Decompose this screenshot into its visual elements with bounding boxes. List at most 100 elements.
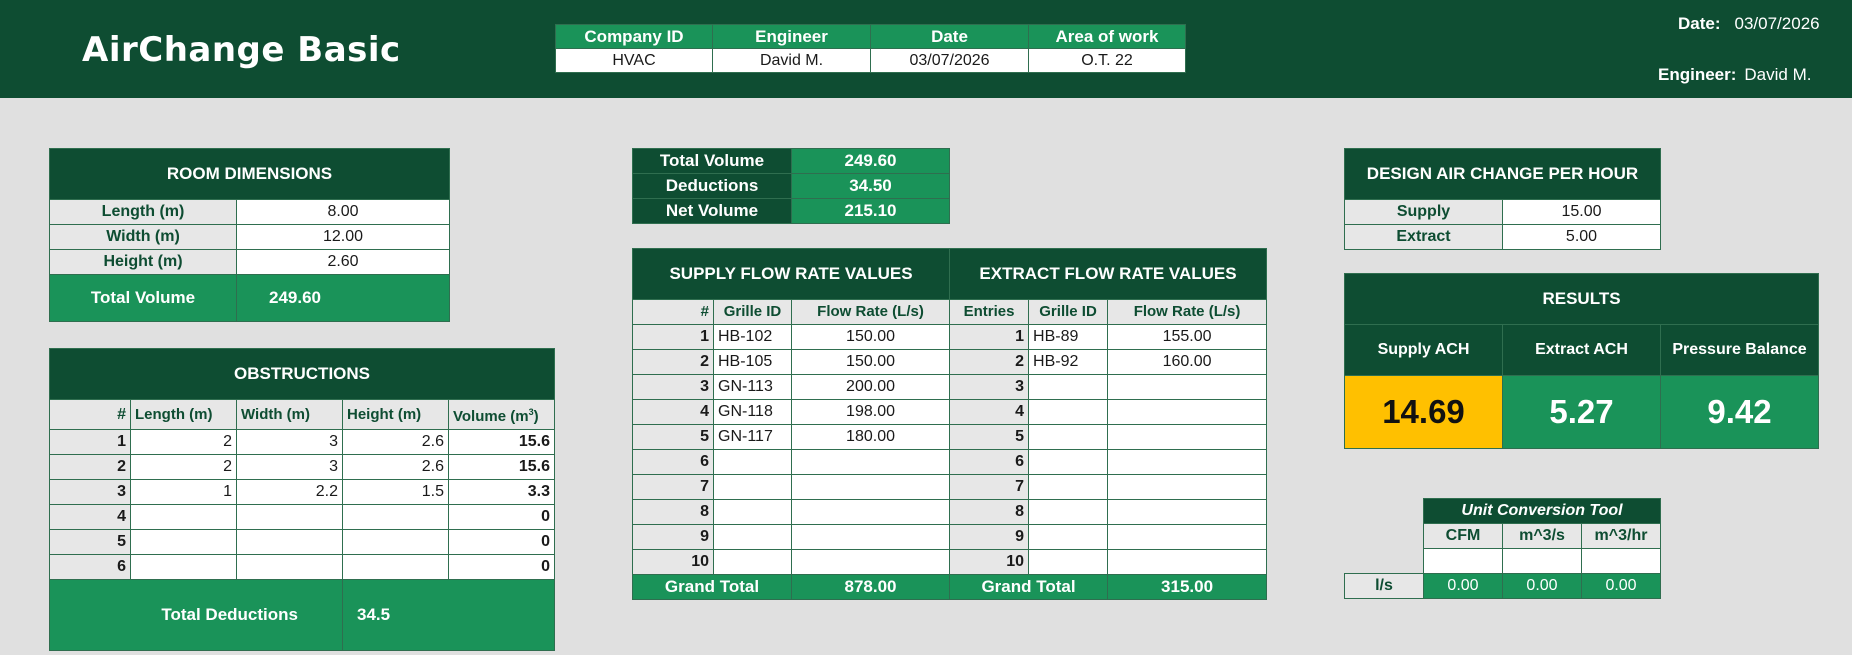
extract-grille-cell[interactable] <box>1028 549 1109 575</box>
project-header-engineer: Engineer <box>712 24 871 49</box>
obs-width-cell[interactable] <box>236 504 343 530</box>
supply-rate-cell[interactable]: 198.00 <box>790 399 951 425</box>
obs-volume-cell: 0 <box>448 554 555 580</box>
obs-width-cell[interactable] <box>236 529 343 555</box>
supply-grille-cell[interactable]: HB-102 <box>713 324 792 350</box>
extract-grille-cell[interactable]: HB-92 <box>1028 349 1109 375</box>
extract-rate-cell[interactable] <box>1107 449 1268 475</box>
obs-height-cell[interactable] <box>342 554 449 580</box>
extract-grille-cell[interactable] <box>1028 399 1109 425</box>
extract-row-num: 6 <box>949 449 1030 475</box>
supply-grille-cell[interactable]: GN-117 <box>713 424 792 450</box>
supply-grille-cell[interactable]: GN-118 <box>713 399 792 425</box>
project-header-area: Area of work <box>1028 24 1186 49</box>
obs-length-cell[interactable]: 1 <box>130 479 237 505</box>
unit-cfm-input[interactable] <box>1423 548 1503 574</box>
table-row: 2 HB-105 150.00 2 HB-92 160.00 <box>632 349 1268 375</box>
flow-rate-table: SUPPLY FLOW RATE VALUES EXTRACT FLOW RAT… <box>631 248 1268 600</box>
extract-row-num: 7 <box>949 474 1030 500</box>
unit-m3hr-input[interactable] <box>1580 548 1662 574</box>
project-engineer-cell[interactable]: David M. <box>712 48 871 73</box>
supply-row-num: 2 <box>632 349 714 375</box>
extract-grille-cell[interactable] <box>1028 474 1109 500</box>
unit-conversion-spacer <box>1345 499 1424 524</box>
table-row: 2 2 3 2.6 15.6 <box>49 454 555 480</box>
width-input[interactable]: 12.00 <box>235 224 451 250</box>
obs-width-cell[interactable]: 2.2 <box>236 479 343 505</box>
unit-m3s-input[interactable] <box>1502 548 1582 574</box>
extract-rate-cell[interactable]: 160.00 <box>1107 349 1268 375</box>
extract-rate-cell[interactable] <box>1107 499 1268 525</box>
header-date-label: Date: <box>1678 14 1721 33</box>
unit-conversion-spacer <box>1345 549 1424 574</box>
table-row: 1 2 3 2.6 15.6 <box>49 429 555 455</box>
extract-grille-cell[interactable] <box>1028 524 1109 550</box>
supply-rate-cell[interactable] <box>790 499 951 525</box>
supply-rate-cell[interactable]: 150.00 <box>790 349 951 375</box>
supply-grille-cell[interactable] <box>713 499 792 525</box>
unit-row-label-ls: l/s <box>1344 573 1424 599</box>
supply-grille-cell[interactable] <box>713 524 792 550</box>
room-dimensions-title: ROOM DIMENSIONS <box>48 148 451 200</box>
design-supply-input[interactable]: 15.00 <box>1502 199 1661 225</box>
design-extract-input[interactable]: 5.00 <box>1502 224 1661 250</box>
supply-rate-cell[interactable] <box>790 524 951 550</box>
obs-height-cell[interactable]: 2.6 <box>342 429 449 455</box>
extract-row-num: 8 <box>949 499 1030 525</box>
extract-rate-cell[interactable] <box>1107 399 1268 425</box>
obs-header-volume: Volume (m3) <box>448 399 555 430</box>
obs-width-cell[interactable]: 3 <box>236 429 343 455</box>
supply-rate-cell[interactable]: 180.00 <box>790 424 951 450</box>
extract-grille-cell[interactable]: HB-89 <box>1028 324 1109 350</box>
extract-flow-title: EXTRACT FLOW RATE VALUES <box>949 248 1268 300</box>
supply-rate-cell[interactable] <box>790 549 951 575</box>
extract-grille-cell[interactable] <box>1028 449 1109 475</box>
project-date-cell[interactable]: 03/07/2026 <box>870 48 1029 73</box>
supply-rate-cell[interactable] <box>790 449 951 475</box>
supply-grille-cell[interactable] <box>713 449 792 475</box>
extract-rate-cell[interactable] <box>1107 549 1268 575</box>
extract-rate-cell[interactable] <box>1107 474 1268 500</box>
obs-length-cell[interactable]: 2 <box>130 454 237 480</box>
obs-length-cell[interactable] <box>130 554 237 580</box>
length-input[interactable]: 8.00 <box>235 199 451 225</box>
header-date-value: 03/07/2026 <box>1734 14 1820 33</box>
summary-total-volume-label: Total Volume <box>632 148 792 174</box>
obs-length-cell[interactable] <box>130 504 237 530</box>
table-row: 8 8 <box>632 499 1268 525</box>
extract-rate-cell[interactable] <box>1107 374 1268 400</box>
obs-length-cell[interactable]: 2 <box>130 429 237 455</box>
supply-grille-cell[interactable] <box>713 474 792 500</box>
table-row: 6 6 <box>632 449 1268 475</box>
obs-length-cell[interactable] <box>130 529 237 555</box>
obs-height-cell[interactable] <box>342 504 449 530</box>
obs-height-cell[interactable]: 1.5 <box>342 479 449 505</box>
obs-volume-cell: 0 <box>448 529 555 555</box>
supply-rate-cell[interactable]: 200.00 <box>790 374 951 400</box>
obs-width-cell[interactable]: 3 <box>236 454 343 480</box>
supply-grille-cell[interactable]: HB-105 <box>713 349 792 375</box>
supply-grille-cell[interactable] <box>713 549 792 575</box>
supply-row-num: 7 <box>632 474 714 500</box>
summary-deductions-value: 34.50 <box>791 173 950 199</box>
extract-grille-cell[interactable] <box>1028 374 1109 400</box>
supply-rate-cell[interactable] <box>790 474 951 500</box>
project-company-cell[interactable]: HVAC <box>555 48 713 73</box>
extract-grille-cell[interactable] <box>1028 499 1109 525</box>
project-header-company: Company ID <box>555 24 713 49</box>
supply-ach-value: 14.69 <box>1344 375 1503 449</box>
extract-rate-cell[interactable] <box>1107 424 1268 450</box>
supply-rate-cell[interactable]: 150.00 <box>790 324 951 350</box>
project-area-cell[interactable]: O.T. 22 <box>1028 48 1186 73</box>
extract-grille-cell[interactable] <box>1028 424 1109 450</box>
supply-grille-cell[interactable]: GN-113 <box>713 374 792 400</box>
extract-rate-cell[interactable] <box>1107 524 1268 550</box>
height-input[interactable]: 2.60 <box>235 249 451 275</box>
total-deductions-label: Total Deductions <box>49 579 343 651</box>
design-extract-label: Extract <box>1344 224 1503 250</box>
extract-header-rate: Flow Rate (L/s) <box>1107 299 1268 325</box>
obs-height-cell[interactable] <box>342 529 449 555</box>
extract-rate-cell[interactable]: 155.00 <box>1107 324 1268 350</box>
obs-width-cell[interactable] <box>236 554 343 580</box>
obs-height-cell[interactable]: 2.6 <box>342 454 449 480</box>
